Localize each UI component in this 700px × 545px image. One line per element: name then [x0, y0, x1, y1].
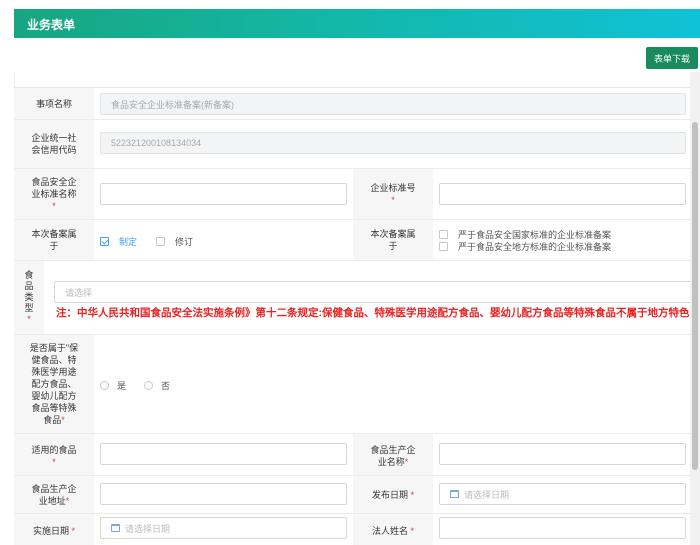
effective-date-picker[interactable]: 请选择日期 [100, 517, 347, 539]
publish-date-label: 发布日期 * [353, 476, 433, 513]
applicable-food-input[interactable] [100, 443, 347, 465]
credit-code-value: 522321200108134034 [111, 138, 202, 148]
producer-name-label: 食品生产企业名称* [353, 434, 433, 475]
revise-checkbox[interactable] [156, 237, 165, 246]
food-type-select[interactable]: 请选择 [54, 281, 690, 303]
row-special-food: 是否属于"保健食品、特殊医学用途配方食品、婴幼儿配方食品等特殊食品* 是 否 [14, 335, 690, 434]
form-header: 业务表单 [14, 9, 700, 38]
food-type-note: 注：中华人民共和国食品安全法实施条例》第十二条规定:保健食品、特殊医学用途配方食… [56, 307, 690, 319]
option-local-standard[interactable]: 严于食品安全地方标准的企业标准备案 [439, 240, 611, 253]
row-standard: 食品安全企业标准名称 * 企业标准号 * [14, 169, 690, 220]
legal-person-label: 法人姓名 * [353, 514, 433, 545]
row-credit-code: 企业统一社会信用代码 522321200108134034 [14, 120, 690, 169]
record-type-label: 本次备案属于 [14, 220, 94, 260]
page-title: 业务表单 [27, 18, 76, 32]
food-type-label: 食品类型 * [14, 261, 44, 334]
credit-code-label: 企业统一社会信用代码 [14, 120, 94, 168]
item-name-label: 事项名称 [14, 88, 94, 119]
business-form: 事项名称 食品安全企业标准备案(新备案) 企业统一社会信用代码 52232120… [14, 87, 690, 545]
applicable-food-label: 适用的食品 * [14, 434, 94, 475]
calendar-icon [450, 490, 459, 498]
standard-no-label: 企业标准号 * [353, 169, 433, 219]
download-form-button[interactable]: 表单下载 [646, 47, 698, 69]
row-applicable-food: 适用的食品 * 食品生产企业名称* [14, 434, 690, 476]
national-standard-checkbox[interactable] [439, 230, 448, 239]
row-item-name: 事项名称 食品安全企业标准备案(新备案) [14, 88, 690, 120]
producer-address-input[interactable] [100, 483, 347, 505]
enact-checkbox[interactable] [100, 237, 109, 246]
legal-person-input[interactable] [439, 517, 686, 539]
special-food-label: 是否属于"保健食品、特殊医学用途配方食品、婴幼儿配方食品等特殊食品* [14, 335, 94, 433]
standard-no-input[interactable] [439, 183, 686, 205]
publish-date-picker[interactable]: 请选择日期 [439, 483, 686, 505]
row-record-type: 本次备案属于 制定 修订 本次备案属于 严于食品安全国家标准的企业标准备案 严于… [14, 220, 690, 261]
producer-address-label: 食品生产企业地址* [14, 476, 94, 513]
producer-name-input[interactable] [439, 443, 686, 465]
row-food-type: 食品类型 * 请选择 注：中华人民共和国食品安全法实施条例》第十二条规定:保健食品… [14, 261, 690, 335]
scrollbar-thumb[interactable] [692, 122, 698, 470]
credit-code-field[interactable]: 522321200108134034 [100, 132, 686, 154]
option-no[interactable]: 否 [144, 379, 170, 392]
yes-radio[interactable] [100, 381, 109, 390]
calendar-icon [111, 524, 120, 532]
effective-date-label: 实施日期 * [14, 514, 94, 545]
option-revise[interactable]: 修订 [156, 235, 193, 248]
standard-name-label: 食品安全企业标准名称 * [14, 169, 94, 219]
record-type2-label: 本次备案属于 [353, 220, 433, 260]
row-effective-date: 实施日期 * 请选择日期 法人姓名 * [14, 514, 690, 545]
option-yes[interactable]: 是 [100, 379, 126, 392]
option-enact[interactable]: 制定 [100, 235, 137, 248]
item-name-value: 食品安全企业标准备案(新备案) [111, 99, 234, 110]
row-producer-address: 食品生产企业地址* 发布日期 * 请选择日期 [14, 476, 690, 514]
item-name-field[interactable]: 食品安全企业标准备案(新备案) [100, 93, 686, 115]
local-standard-checkbox[interactable] [439, 242, 448, 251]
standard-name-input[interactable] [100, 183, 347, 205]
no-radio[interactable] [144, 381, 153, 390]
